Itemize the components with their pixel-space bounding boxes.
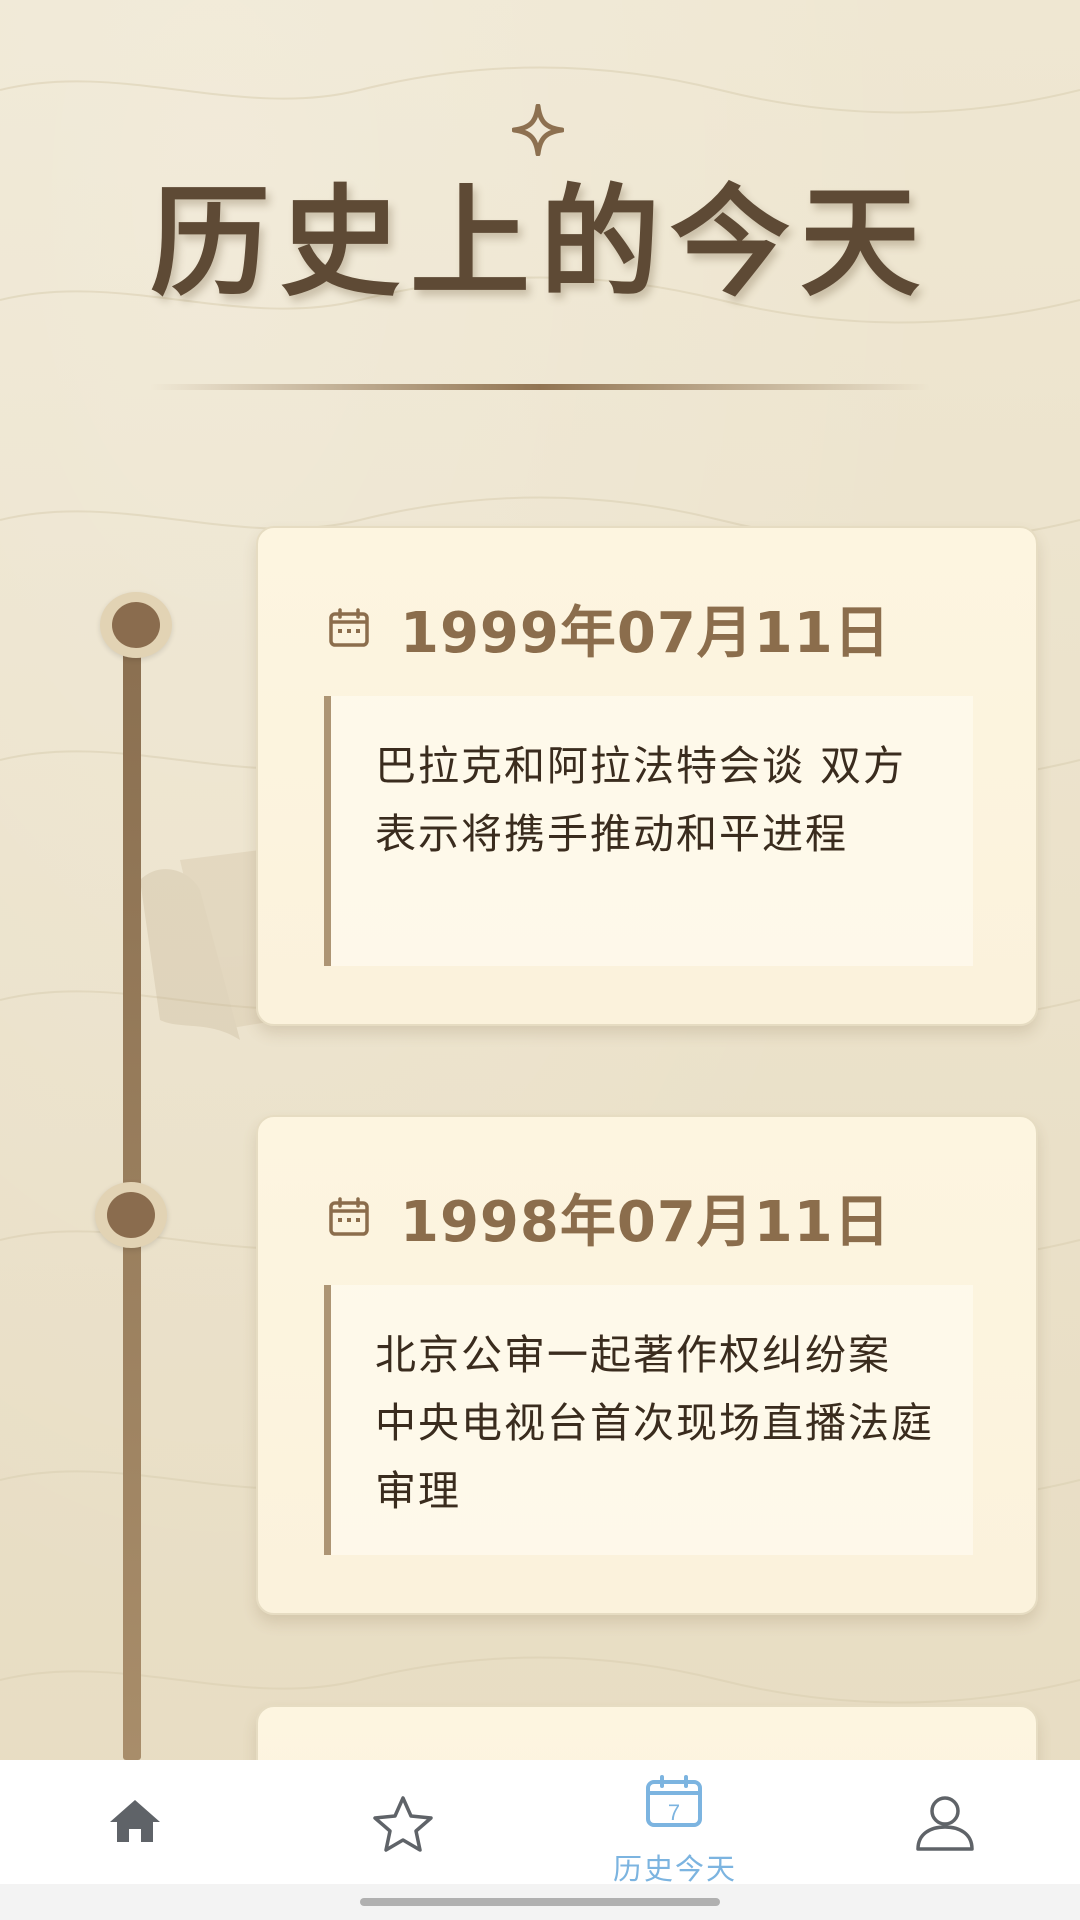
event-date: 1998年07月11日 bbox=[400, 1189, 891, 1255]
person-icon bbox=[916, 1796, 974, 1851]
calendar-icon bbox=[329, 1197, 369, 1236]
event-description-box: 北京公审一起著作权纠纷案 中央电视台首次现场直播法庭审理 bbox=[324, 1285, 973, 1555]
event-description: 巴拉克和阿拉法特会谈 双方表示将携手推动和平进程 bbox=[375, 742, 907, 858]
event-date-row: 1998年07月11日 bbox=[328, 1179, 891, 1255]
nav-home[interactable] bbox=[0, 1760, 270, 1884]
title-divider bbox=[150, 384, 930, 390]
page-title: 历史上的今天 bbox=[150, 174, 930, 313]
calendar-icon bbox=[329, 608, 369, 647]
timeline-node bbox=[100, 592, 172, 658]
calendar-7-icon: 7 bbox=[646, 1775, 702, 1827]
event-card[interactable]: 1999年07月11日 巴拉克和阿拉法特会谈 双方表示将携手推动和平进程 bbox=[256, 526, 1038, 1026]
star-icon bbox=[373, 1796, 433, 1852]
event-date: 1999年07月11日 bbox=[400, 600, 891, 666]
nav-profile[interactable] bbox=[810, 1760, 1080, 1884]
event-card[interactable]: 1998年07月11日 北京公审一起著作权纠纷案 中央电视台首次现场直播法庭审理 bbox=[256, 1115, 1038, 1615]
home-gesture-bar[interactable] bbox=[360, 1898, 720, 1906]
bottom-nav: 7 历史今天 bbox=[0, 1760, 1080, 1886]
nav-history-today[interactable]: 7 历史今天 bbox=[540, 1760, 810, 1886]
page: 历史上的今天 1999年07月11日 巴拉克和阿拉法特会谈 双方表示将携手推动和… bbox=[0, 0, 1080, 1920]
event-description: 北京公审一起著作权纠纷案 中央电视台首次现场直播法庭审理 bbox=[375, 1331, 934, 1515]
event-description-box: 巴拉克和阿拉法特会谈 双方表示将携手推动和平进程 bbox=[324, 696, 973, 966]
nav-history-today-label: 历史今天 bbox=[612, 1852, 737, 1886]
timeline-node bbox=[95, 1182, 167, 1248]
svg-text:7: 7 bbox=[668, 1800, 680, 1825]
nav-favorites[interactable] bbox=[270, 1760, 540, 1884]
home-icon bbox=[110, 1800, 160, 1842]
system-gesture-area bbox=[0, 1884, 1080, 1920]
event-date-row: 1999年07月11日 bbox=[328, 590, 891, 666]
